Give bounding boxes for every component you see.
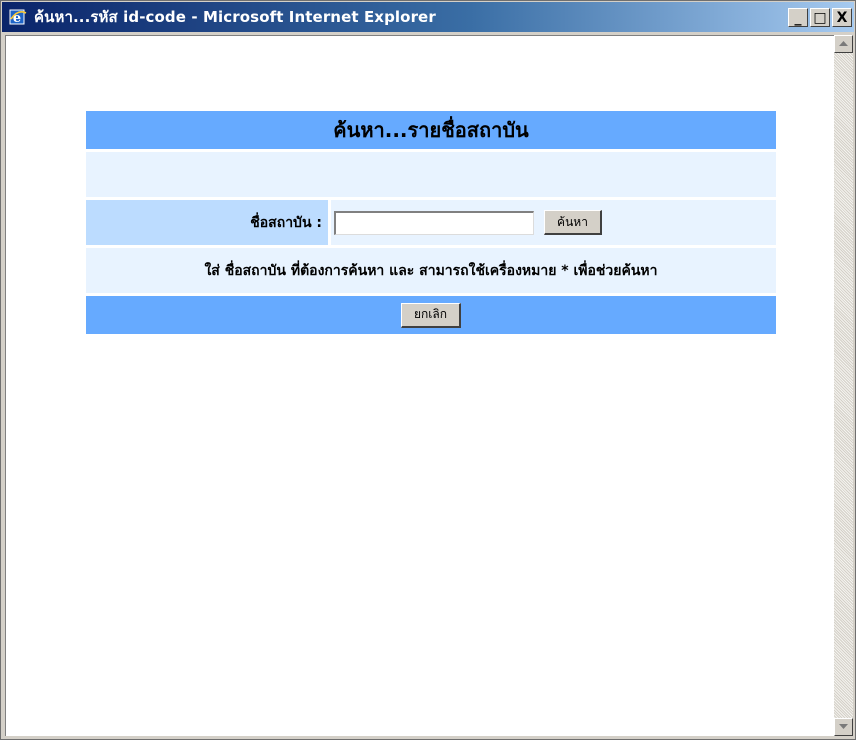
hint-row: ใส่ ชื่อสถาบัน ที่ต้องการค้นหา และ สามาร… bbox=[86, 248, 776, 293]
search-form: ค้นหา...รายชื่อสถาบัน ชื่อสถาบัน : ค้นหา… bbox=[86, 111, 776, 334]
maximize-icon: □ bbox=[813, 9, 827, 26]
vertical-scrollbar[interactable] bbox=[834, 35, 853, 736]
page-content: ค้นหา...รายชื่อสถาบัน ชื่อสถาบัน : ค้นหา… bbox=[5, 35, 834, 736]
scroll-up-button[interactable] bbox=[834, 35, 853, 53]
minimize-button[interactable]: _ bbox=[788, 8, 808, 27]
institution-label-text: ชื่อสถาบัน : bbox=[250, 214, 322, 231]
title-bar[interactable]: e ค้นหา...รหัส id-code - Microsoft Inter… bbox=[2, 2, 854, 32]
search-button-label: ค้นหา bbox=[557, 214, 588, 229]
form-footer: ยกเลิก bbox=[86, 296, 776, 334]
ie-icon: e bbox=[8, 7, 28, 27]
spacer-row bbox=[86, 152, 776, 197]
institution-input[interactable] bbox=[334, 210, 534, 235]
window-title: ค้นหา...รหัส id-code - Microsoft Interne… bbox=[34, 8, 436, 26]
cancel-button-label: ยกเลิก bbox=[413, 307, 448, 321]
input-cell: ค้นหา bbox=[331, 200, 776, 245]
scroll-down-button[interactable] bbox=[834, 718, 853, 736]
institution-label: ชื่อสถาบัน : bbox=[86, 200, 328, 245]
minimize-icon: _ bbox=[794, 9, 802, 26]
close-button[interactable]: X bbox=[832, 8, 852, 27]
search-button[interactable]: ค้นหา bbox=[544, 210, 602, 235]
form-header: ค้นหา...รายชื่อสถาบัน bbox=[86, 111, 776, 149]
form-title: ค้นหา...รายชื่อสถาบัน bbox=[333, 118, 529, 142]
scroll-up-icon bbox=[839, 41, 848, 46]
scroll-down-icon bbox=[839, 724, 848, 729]
hint-text: ใส่ ชื่อสถาบัน ที่ต้องการค้นหา และ สามาร… bbox=[204, 262, 658, 279]
close-icon: X bbox=[836, 9, 848, 26]
window-controls: _ □ X bbox=[788, 8, 852, 27]
input-row: ชื่อสถาบัน : ค้นหา bbox=[86, 200, 776, 245]
cancel-button[interactable]: ยกเลิก bbox=[401, 302, 461, 328]
maximize-button[interactable]: □ bbox=[810, 8, 830, 27]
browser-window: e ค้นหา...รหัส id-code - Microsoft Inter… bbox=[0, 0, 856, 740]
